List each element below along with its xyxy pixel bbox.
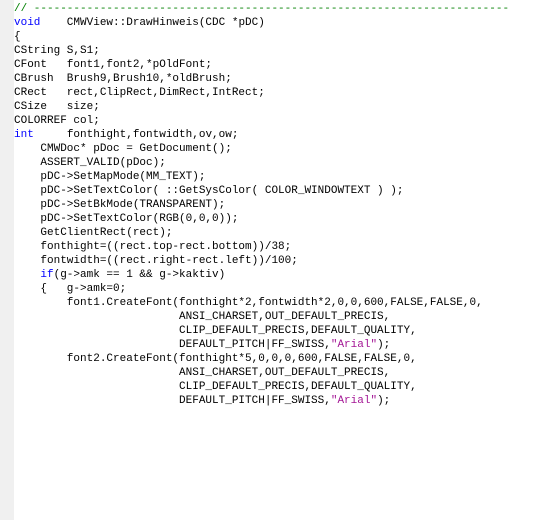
token: { (14, 31, 21, 43)
token: CLIP_DEFAULT_PRECIS,DEFAULT_QUALITY, (14, 381, 417, 393)
token: (g->amk == 1 && g->kaktiv) (54, 269, 226, 281)
token: pDC->SetTextColor( ::GetSysColor( COLOR_… (14, 185, 403, 197)
code-line[interactable]: if(g->amk == 1 && g->kaktiv) (14, 268, 509, 282)
token: font2.CreateFont(fonthight*5,0,0,0,600,F… (14, 353, 417, 365)
token-str: "Arial" (331, 395, 377, 407)
code-line[interactable]: CLIP_DEFAULT_PRECIS,DEFAULT_QUALITY, (14, 380, 509, 394)
token: { g->amk=0; (14, 283, 126, 295)
token: ANSI_CHARSET,OUT_DEFAULT_PRECIS, (14, 311, 390, 323)
code-line[interactable]: GetClientRect(rect); (14, 226, 509, 240)
code-line[interactable]: CSize size; (14, 100, 509, 114)
token: CBrush Brush9,Brush10,*oldBrush; (14, 73, 232, 85)
token: CRect rect,ClipRect,DimRect,IntRect; (14, 87, 265, 99)
code-line[interactable]: ASSERT_VALID(pDoc); (14, 156, 509, 170)
code-line[interactable]: CMWDoc* pDoc = GetDocument(); (14, 142, 509, 156)
token: font1.CreateFont(fonthight*2,fontwidth*2… (14, 297, 483, 309)
code-line[interactable]: pDC->SetBkMode(TRANSPARENT); (14, 198, 509, 212)
code-line[interactable]: CRect rect,ClipRect,DimRect,IntRect; (14, 86, 509, 100)
token: fontwidth=((rect.right-rect.left))/100; (14, 255, 298, 267)
code-line[interactable]: CBrush Brush9,Brush10,*oldBrush; (14, 72, 509, 86)
token: ); (377, 339, 390, 351)
token: pDC->SetBkMode(TRANSPARENT); (14, 199, 225, 211)
code-line[interactable]: int fonthight,fontwidth,ov,ow; (14, 128, 509, 142)
token: pDC->SetMapMode(MM_TEXT); (14, 171, 205, 183)
code-editor[interactable]: // -------------------------------------… (14, 0, 509, 408)
token: DEFAULT_PITCH|FF_SWISS, (14, 395, 331, 407)
code-line[interactable]: ANSI_CHARSET,OUT_DEFAULT_PRECIS, (14, 366, 509, 380)
editor-gutter (0, 0, 14, 520)
code-line[interactable]: COLORREF col; (14, 114, 509, 128)
code-line[interactable]: CLIP_DEFAULT_PRECIS,DEFAULT_QUALITY, (14, 324, 509, 338)
token: pDC->SetTextColor(RGB(0,0,0)); (14, 213, 238, 225)
token-kw: if (40, 269, 53, 281)
code-line[interactable]: pDC->SetTextColor(RGB(0,0,0)); (14, 212, 509, 226)
code-line[interactable]: pDC->SetTextColor( ::GetSysColor( COLOR_… (14, 184, 509, 198)
code-line[interactable]: ANSI_CHARSET,OUT_DEFAULT_PRECIS, (14, 310, 509, 324)
code-line[interactable]: fontwidth=((rect.right-rect.left))/100; (14, 254, 509, 268)
code-line[interactable]: // -------------------------------------… (14, 2, 509, 16)
token: fonthight=((rect.top-rect.bottom))/38; (14, 241, 291, 253)
token: fonthight,fontwidth,ov,ow; (34, 129, 239, 141)
code-line[interactable]: { g->amk=0; (14, 282, 509, 296)
token: ); (377, 395, 390, 407)
token: CString S,S1; (14, 45, 100, 57)
token: DEFAULT_PITCH|FF_SWISS, (14, 339, 331, 351)
code-line[interactable]: fonthight=((rect.top-rect.bottom))/38; (14, 240, 509, 254)
token-kw: int (14, 129, 34, 141)
code-line[interactable]: DEFAULT_PITCH|FF_SWISS,"Arial"); (14, 394, 509, 408)
token: CSize size; (14, 101, 100, 113)
token-str: "Arial" (331, 339, 377, 351)
code-line[interactable]: font1.CreateFont(fonthight*2,fontwidth*2… (14, 296, 509, 310)
code-line[interactable]: CFont font1,font2,*pOldFont; (14, 58, 509, 72)
token: ANSI_CHARSET,OUT_DEFAULT_PRECIS, (14, 367, 390, 379)
code-line[interactable]: CString S,S1; (14, 44, 509, 58)
token: COLORREF col; (14, 115, 100, 127)
token: ASSERT_VALID(pDoc); (14, 157, 166, 169)
token: GetClientRect(rect); (14, 227, 172, 239)
code-line[interactable]: void CMWView::DrawHinweis(CDC *pDC) (14, 16, 509, 30)
token (14, 269, 40, 281)
token-kw: void (14, 17, 40, 29)
token: CMWDoc* pDoc = GetDocument(); (14, 143, 232, 155)
code-line[interactable]: font2.CreateFont(fonthight*5,0,0,0,600,F… (14, 352, 509, 366)
token: CFont font1,font2,*pOldFont; (14, 59, 212, 71)
code-line[interactable]: pDC->SetMapMode(MM_TEXT); (14, 170, 509, 184)
token: CLIP_DEFAULT_PRECIS,DEFAULT_QUALITY, (14, 325, 417, 337)
code-line[interactable]: { (14, 30, 509, 44)
code-line[interactable]: DEFAULT_PITCH|FF_SWISS,"Arial"); (14, 338, 509, 352)
token: CMWView::DrawHinweis(CDC *pDC) (40, 17, 264, 29)
token-cmt: // -------------------------------------… (14, 3, 509, 15)
